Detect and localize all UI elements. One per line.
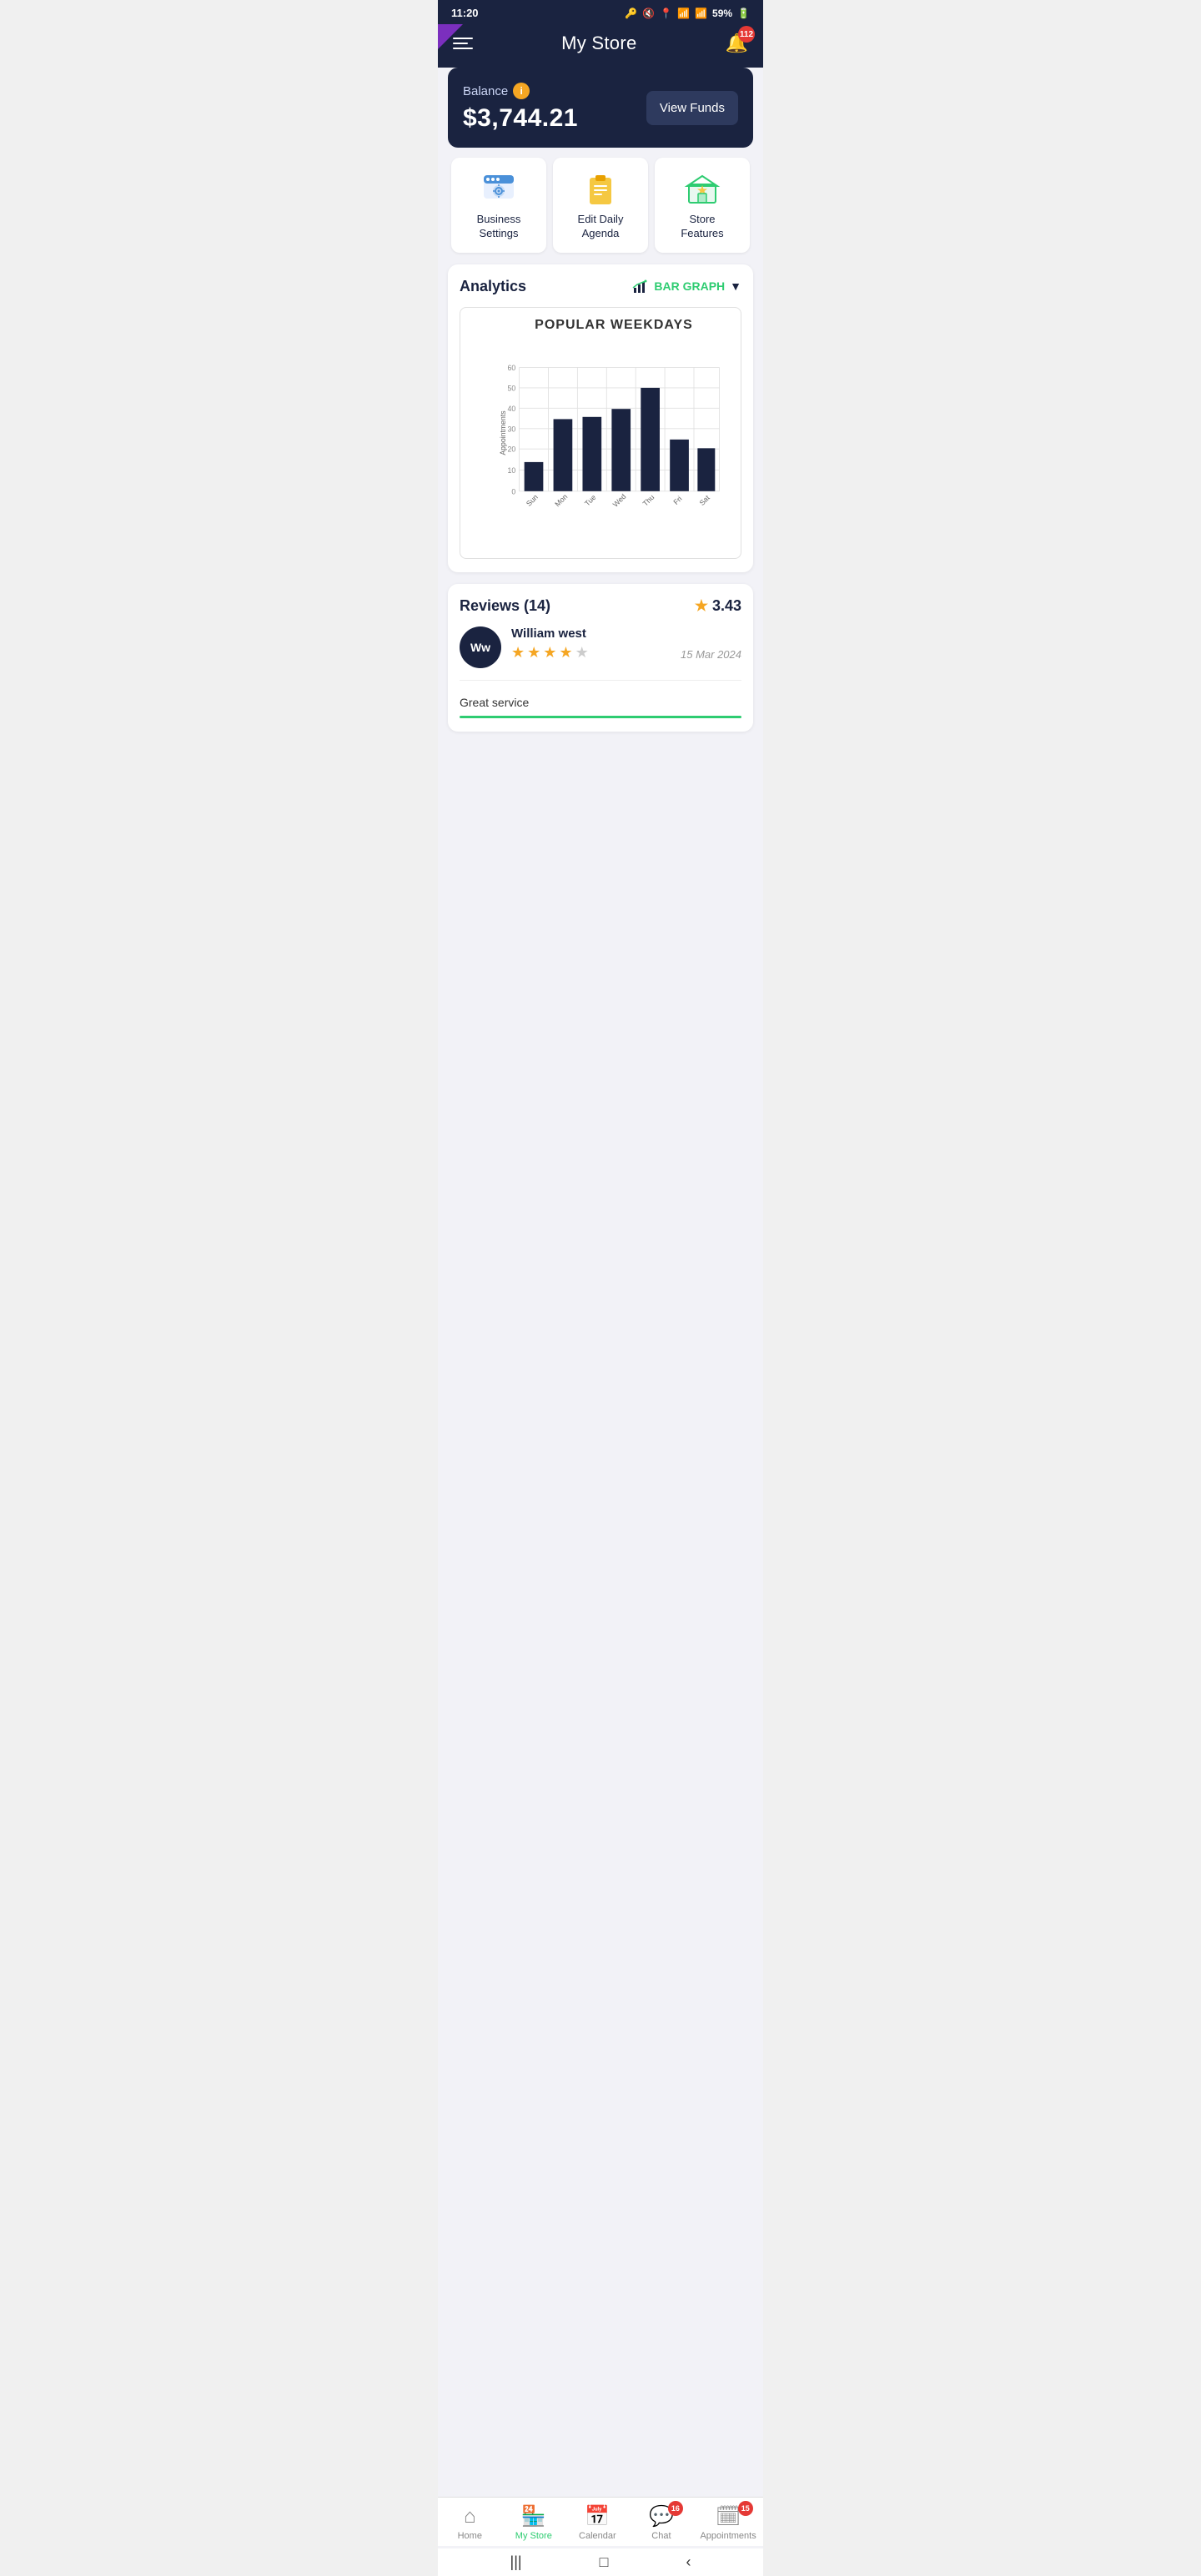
svg-text:10: 10 — [507, 466, 515, 475]
battery-text: 59% — [712, 8, 732, 19]
review-content: William west ★ ★ ★ ★ ★ 15 Mar 2024 — [511, 626, 741, 668]
bar-sun — [525, 462, 544, 491]
home-icon: ⌂ — [464, 2505, 476, 2528]
signal-icon: 📶 — [695, 8, 707, 19]
notification-badge: 112 — [738, 26, 755, 43]
review-stars: ★ ★ ★ ★ ★ — [511, 644, 589, 662]
bar-graph-icon — [632, 278, 649, 294]
appointments-icon: 🗓 — [716, 2504, 741, 2528]
battery-icon: 🔋 — [737, 8, 750, 19]
chart-container: POPULAR WEEKDAYS Appointments 60 50 40 3… — [460, 307, 741, 559]
chart-type-label: BAR GRAPH — [654, 279, 725, 293]
calendar-icon: 📅 — [585, 2504, 610, 2528]
nav-chat[interactable]: 💬 16 Chat — [636, 2504, 686, 2541]
chart-type-selector[interactable]: BAR GRAPH ▼ — [632, 278, 741, 294]
nav-calendar-label: Calendar — [579, 2531, 616, 2541]
wifi-icon: 📶 — [677, 8, 690, 19]
reviewer-name: William west — [511, 626, 586, 641]
location-icon: 📍 — [660, 8, 672, 19]
reviews-title: Reviews (14) — [460, 597, 550, 615]
ribbon-decoration — [438, 24, 463, 49]
svg-text:20: 20 — [507, 445, 515, 453]
nav-appointments-label: Appointments — [700, 2531, 756, 2541]
my-store-icon: 🏪 — [521, 2504, 546, 2528]
nav-chat-label: Chat — [651, 2531, 671, 2541]
android-home[interactable]: □ — [600, 2553, 609, 2571]
review-date: 15 Mar 2024 — [681, 648, 741, 661]
chart-title: POPULAR WEEKDAYS — [494, 318, 734, 333]
nav-home[interactable]: ⌂ Home — [445, 2505, 495, 2541]
bar-wed — [611, 409, 631, 491]
svg-text:Wed: Wed — [611, 492, 628, 509]
review-text: Great service — [460, 689, 741, 709]
svg-text:Sun: Sun — [525, 492, 540, 507]
svg-text:Sat: Sat — [698, 493, 712, 507]
nav-my-store-label: My Store — [515, 2531, 552, 2541]
view-funds-button[interactable]: View Funds — [646, 91, 738, 125]
balance-info-icon[interactable]: i — [513, 83, 530, 99]
store-features-label: StoreFeatures — [681, 213, 723, 241]
edit-daily-agenda-card[interactable]: Edit DailyAgenda — [553, 158, 648, 253]
svg-text:Appointments: Appointments — [499, 410, 507, 455]
store-icon — [684, 169, 721, 206]
nav-home-label: Home — [458, 2531, 482, 2541]
svg-text:0: 0 — [511, 487, 515, 496]
key-icon: 🔑 — [625, 8, 637, 19]
bar-mon — [554, 419, 573, 491]
svg-text:30: 30 — [507, 425, 515, 433]
appointments-badge: 15 — [738, 2501, 753, 2516]
svg-text:50: 50 — [507, 384, 515, 392]
bar-sat — [697, 448, 715, 491]
page-title: My Store — [561, 33, 636, 54]
balance-amount: $3,744.21 — [463, 104, 578, 133]
svg-text:Thu: Thu — [641, 493, 656, 508]
analytics-section: Analytics BAR GRAPH ▼ POPULAR WEEKDAYS A… — [448, 264, 753, 572]
store-features-card[interactable]: StoreFeatures — [655, 158, 750, 253]
svg-text:Mon: Mon — [553, 492, 569, 508]
edit-daily-agenda-label: Edit DailyAgenda — [578, 213, 624, 241]
balance-card: Balance i $3,744.21 View Funds — [448, 68, 753, 148]
clipboard-icon — [582, 169, 619, 206]
bar-tue — [582, 417, 601, 491]
status-time: 11:20 — [451, 7, 479, 19]
rating-value: 3.43 — [712, 597, 741, 615]
nav-calendar[interactable]: 📅 Calendar — [572, 2504, 622, 2541]
notification-bell-wrap[interactable]: 🔔 112 — [726, 33, 748, 54]
bar-fri — [670, 440, 689, 491]
balance-info: Balance i $3,744.21 — [463, 83, 578, 133]
quick-actions-row: BusinessSettings Edit DailyAgenda — [448, 158, 753, 253]
business-settings-icon — [480, 169, 517, 206]
business-settings-card[interactable]: BusinessSettings — [451, 158, 546, 253]
review-highlight-line — [460, 716, 741, 718]
svg-text:40: 40 — [507, 405, 515, 413]
bar-thu — [641, 388, 660, 491]
bottom-navigation: ⌂ Home 🏪 My Store 📅 Calendar 💬 16 Chat 🗓… — [438, 2497, 763, 2546]
nav-appointments[interactable]: 🗓 15 Appointments — [700, 2504, 756, 2541]
android-nav: ||| □ ‹ — [438, 2548, 763, 2576]
bar-chart: Appointments 60 50 40 30 20 10 0 — [494, 341, 734, 525]
status-bar: 11:20 🔑 🔇 📍 📶 📶 59% 🔋 — [438, 0, 763, 24]
mute-icon: 🔇 — [642, 8, 655, 19]
chat-badge: 16 — [668, 2501, 683, 2516]
reviews-rating: ★ 3.43 — [695, 597, 741, 615]
reviews-section: Reviews (14) ★ 3.43 Ww William west ★ ★ … — [448, 584, 753, 732]
balance-label: Balance i — [463, 83, 578, 99]
review-item: Ww William west ★ ★ ★ ★ ★ 15 Mar 2024 — [460, 626, 741, 681]
rating-star-icon: ★ — [695, 597, 708, 615]
svg-text:Tue: Tue — [583, 493, 598, 508]
chevron-down-icon: ▼ — [730, 279, 741, 293]
app-header: My Store 🔔 112 — [438, 24, 763, 68]
nav-my-store[interactable]: 🏪 My Store — [509, 2504, 559, 2541]
reviewer-avatar: Ww — [460, 626, 501, 668]
svg-text:Fri: Fri — [671, 494, 683, 506]
business-settings-label: BusinessSettings — [477, 213, 521, 241]
android-recents[interactable]: ||| — [510, 2553, 522, 2571]
status-icons: 🔑 🔇 📍 📶 📶 59% 🔋 — [625, 8, 750, 19]
analytics-header: Analytics BAR GRAPH ▼ — [460, 278, 741, 295]
svg-text:60: 60 — [507, 364, 515, 372]
analytics-title: Analytics — [460, 278, 526, 295]
reviews-header: Reviews (14) ★ 3.43 — [460, 597, 741, 615]
android-back[interactable]: ‹ — [686, 2553, 691, 2571]
